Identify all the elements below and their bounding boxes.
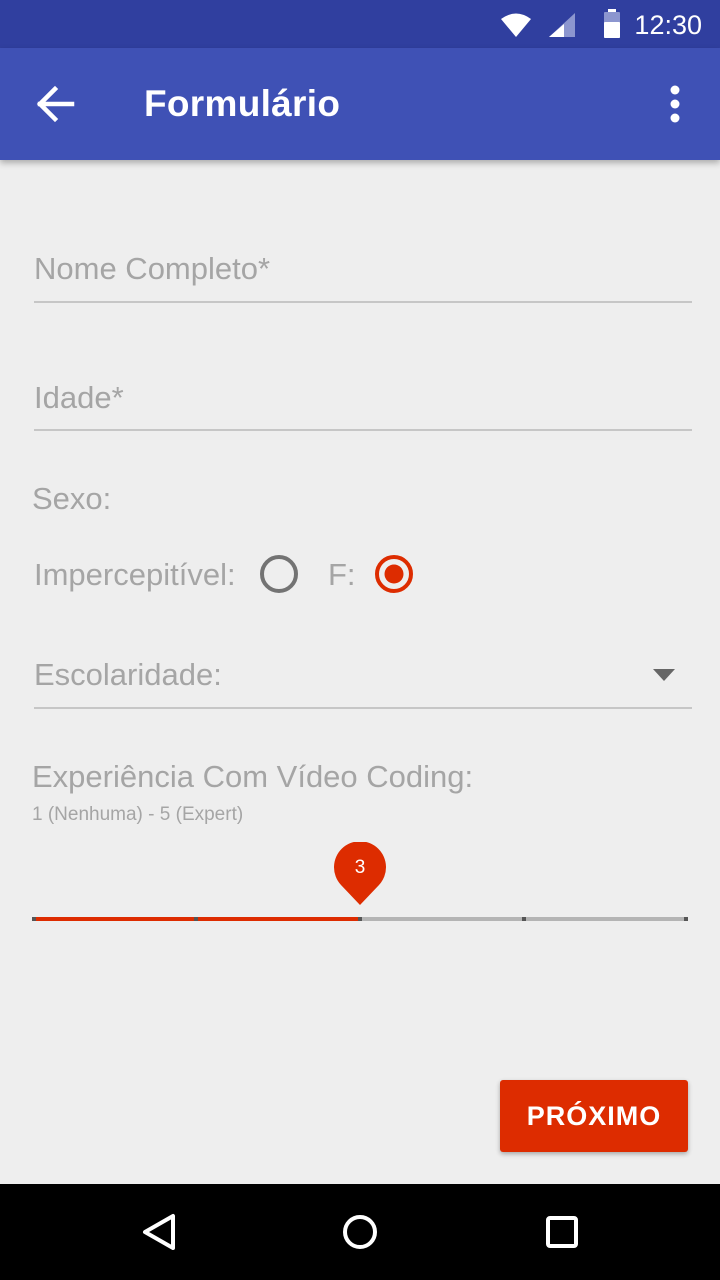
status-bar: 12:30 — [0, 0, 720, 48]
experience-hint: 1 (Nenhuma) - 5 (Expert) — [32, 804, 244, 825]
dropdown-arrow-icon — [653, 669, 675, 681]
radio-option-a[interactable] — [259, 554, 299, 594]
schooling-label: Escolaridade: — [34, 657, 222, 692]
app-bar: Formulário — [0, 48, 720, 160]
experience-label: Experiência Com Vídeo Coding: — [32, 759, 474, 794]
next-button[interactable]: PRÓXIMO — [500, 1080, 688, 1152]
radio-option-b[interactable] — [374, 554, 414, 594]
slider-tick — [32, 917, 36, 921]
slider-tick — [522, 917, 526, 921]
experience-slider[interactable]: 3 — [32, 842, 688, 940]
age-field-placeholder: Idade* — [34, 380, 124, 415]
arrow-back-icon[interactable] — [34, 84, 78, 124]
more-vert-icon[interactable] — [660, 82, 690, 126]
name-field-underline — [34, 301, 692, 303]
slider-tick — [194, 917, 198, 921]
signal-icon — [549, 13, 575, 37]
sex-label: Sexo: — [32, 481, 112, 516]
battery-icon — [604, 9, 620, 38]
home-circle-icon[interactable] — [340, 1212, 380, 1252]
navigation-bar — [0, 1184, 720, 1280]
status-time: 12:30 — [634, 10, 702, 40]
wifi-icon — [501, 13, 531, 37]
page-title: Formulário — [144, 83, 341, 124]
name-field-placeholder: Nome Completo* — [34, 251, 271, 286]
age-field-underline — [34, 429, 692, 431]
back-triangle-icon[interactable] — [140, 1212, 180, 1252]
slider-value-label: 3 — [354, 857, 366, 878]
slider-tick — [358, 917, 362, 921]
slider-tick — [684, 917, 688, 921]
recents-square-icon[interactable] — [542, 1212, 582, 1252]
schooling-underline — [34, 707, 692, 709]
option-b-label: F: — [328, 557, 356, 592]
option-a-label: Impercepitível: — [34, 557, 236, 592]
